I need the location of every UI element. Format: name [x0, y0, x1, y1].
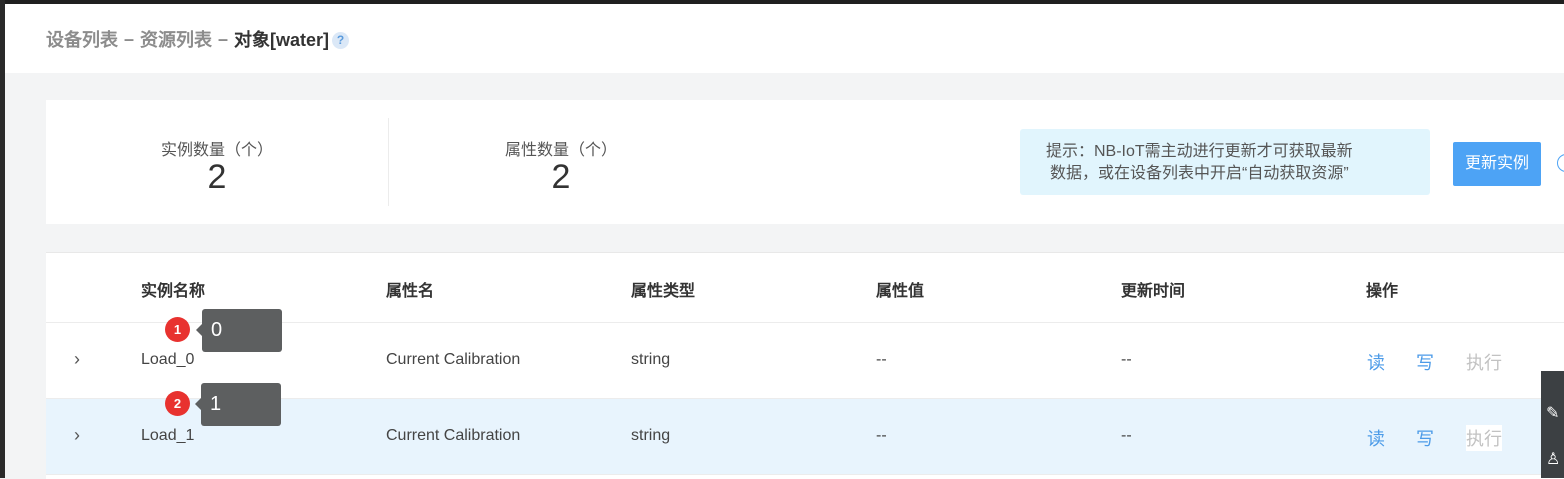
breadcrumb-device-list[interactable]: 设备列表 — [46, 26, 118, 52]
hint-text-line1: 提示：NB-IoT需主动进行更新才可获取最新 — [1046, 143, 1353, 160]
instance-name-cell: Load_0 — [141, 351, 195, 368]
info-circle-icon[interactable]: i — [1557, 154, 1564, 172]
question-circle-icon[interactable]: ? — [332, 32, 350, 49]
write-action[interactable]: 写 — [1416, 425, 1434, 451]
column-header-attribute-name: 属性名 — [386, 283, 435, 300]
stat-divider — [388, 118, 389, 206]
execute-action[interactable]: 执行 — [1466, 349, 1502, 375]
column-header-attribute-type: 属性类型 — [631, 283, 696, 300]
breadcrumb-resource-list[interactable]: 资源列表 — [140, 26, 212, 52]
read-action[interactable]: 读 — [1367, 425, 1385, 451]
breadcrumb-current: 对象[water] — [234, 30, 330, 50]
chevron-right-icon[interactable]: › — [74, 349, 90, 369]
annotation-tooltip: 0 — [196, 309, 282, 352]
updated-time-cell: -- — [1121, 427, 1132, 444]
thumbs-up-icon[interactable]: ♙ — [1546, 449, 1560, 469]
instance-table: 实例名称 属性名 属性类型 属性值 更新时间 操作 › Load_0 Curre… — [46, 252, 1564, 479]
column-header-updated-time: 更新时间 — [1121, 283, 1186, 300]
refresh-instances-button[interactable]: 更新实例 — [1453, 142, 1541, 186]
attribute-type-cell: string — [631, 351, 671, 368]
column-header-actions: 操作 — [1366, 283, 1399, 300]
page-header: 设备列表 – 资源列表 – 对象[water] ? — [5, 4, 1564, 73]
hint-text-line2: 数据，或在设备列表中开启“自动获取资源” — [1050, 165, 1349, 182]
updated-time-cell: -- — [1121, 351, 1132, 368]
attribute-value-cell: -- — [876, 351, 887, 368]
attribute-name-cell: Current Calibration — [386, 427, 521, 444]
breadcrumb-separator: – — [218, 28, 229, 49]
read-action[interactable]: 读 — [1367, 349, 1385, 375]
instance-name-cell: Load_1 — [141, 427, 195, 444]
attribute-name-cell: Current Calibration — [386, 351, 521, 368]
execute-action[interactable]: 执行 — [1466, 425, 1502, 451]
breadcrumb: 设备列表 – 资源列表 – 对象[water] ? — [46, 26, 350, 52]
attribute-type-cell: string — [631, 427, 671, 444]
breadcrumb-separator: – — [124, 28, 135, 49]
hint-box: 提示：NB-IoT需主动进行更新才可获取最新 数据，或在设备列表中开启“自动获取… — [1020, 129, 1430, 195]
annotation-badge: 2 — [165, 391, 190, 416]
annotation-tooltip: 1 — [195, 383, 281, 426]
pencil-icon[interactable]: ✎ — [1546, 403, 1559, 423]
annotation-badge: 1 — [165, 317, 190, 342]
attribute-count-stat: 属性数量（个） 2 — [390, 100, 732, 224]
column-header-instance-name: 实例名称 — [141, 283, 206, 300]
instance-count-value: 2 — [207, 158, 227, 196]
chevron-right-icon[interactable]: › — [74, 425, 90, 445]
instance-count-stat: 实例数量（个） 2 — [46, 100, 388, 224]
attribute-value-cell: -- — [876, 427, 887, 444]
column-header-attribute-value: 属性值 — [876, 283, 925, 300]
attribute-count-label: 属性数量（个） — [504, 142, 617, 159]
attribute-count-value: 2 — [551, 158, 571, 196]
write-action[interactable]: 写 — [1416, 349, 1434, 375]
annotation-tooltip-text: 0 — [211, 319, 223, 341]
annotation-tooltip-text: 1 — [210, 393, 222, 415]
side-toolbar: ✎ ♙ — [1541, 371, 1564, 478]
stats-panel: 实例数量（个） 2 属性数量（个） 2 提示：NB-IoT需主动进行更新才可获取… — [46, 100, 1564, 224]
instance-count-label: 实例数量（个） — [160, 142, 273, 159]
